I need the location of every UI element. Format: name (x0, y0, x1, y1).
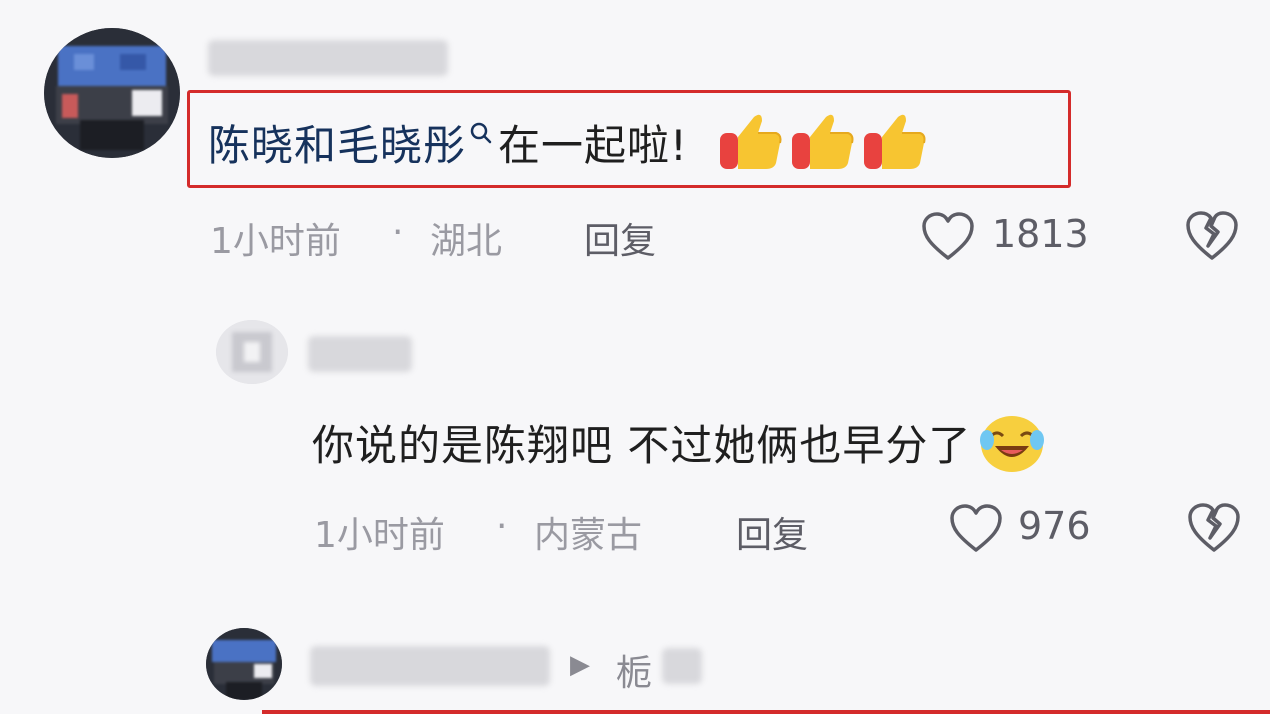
reply-button[interactable]: 回复 (736, 506, 808, 558)
reply-text: 你说的是陈翔吧 不过她俩也早分了 (312, 420, 972, 470)
comment-location: 湖北 (430, 221, 503, 262)
thumbs-up-icon (790, 111, 856, 173)
avatar[interactable] (206, 628, 282, 700)
reply-arrow-icon: ▶ (570, 650, 590, 680)
search-icon[interactable] (468, 119, 494, 153)
reply-target-name[interactable]: 栀 (616, 644, 652, 696)
reply-target-blurred (662, 648, 702, 684)
thumbs-up-icon (862, 111, 928, 173)
highlight-box (262, 710, 1270, 714)
heart-icon[interactable] (948, 502, 1004, 554)
avatar[interactable] (44, 28, 180, 158)
comment-text: 陈晓和毛晓彤 在一起啦! (208, 112, 928, 172)
reply-location: 内蒙古 (534, 515, 643, 556)
comment-time: 1小时前 (210, 221, 341, 262)
meta-separator: · (392, 212, 404, 253)
username-blurred[interactable] (208, 40, 448, 76)
like-count: 1813 (992, 212, 1089, 256)
reply-time: 1小时前 (314, 515, 445, 556)
heart-icon[interactable] (920, 210, 976, 262)
dislike-icon[interactable] (1186, 500, 1242, 554)
reply-button[interactable]: 回复 (584, 212, 656, 264)
thumbs-up-icon (718, 111, 784, 173)
reply-avatar[interactable] (216, 320, 288, 384)
reply-text-row: 你说的是陈翔吧 不过她俩也早分了 (312, 412, 1047, 472)
meta-separator: · (496, 506, 508, 547)
username-blurred[interactable] (310, 646, 550, 686)
comment-text-part2: 在一起啦! (498, 120, 688, 170)
dislike-icon[interactable] (1184, 208, 1240, 262)
like-count: 976 (1018, 504, 1091, 548)
comment-text-part1: 陈晓和毛晓彤 (208, 120, 467, 170)
reply-username-blurred[interactable] (308, 336, 412, 372)
laugh-cry-icon (980, 416, 1045, 472)
